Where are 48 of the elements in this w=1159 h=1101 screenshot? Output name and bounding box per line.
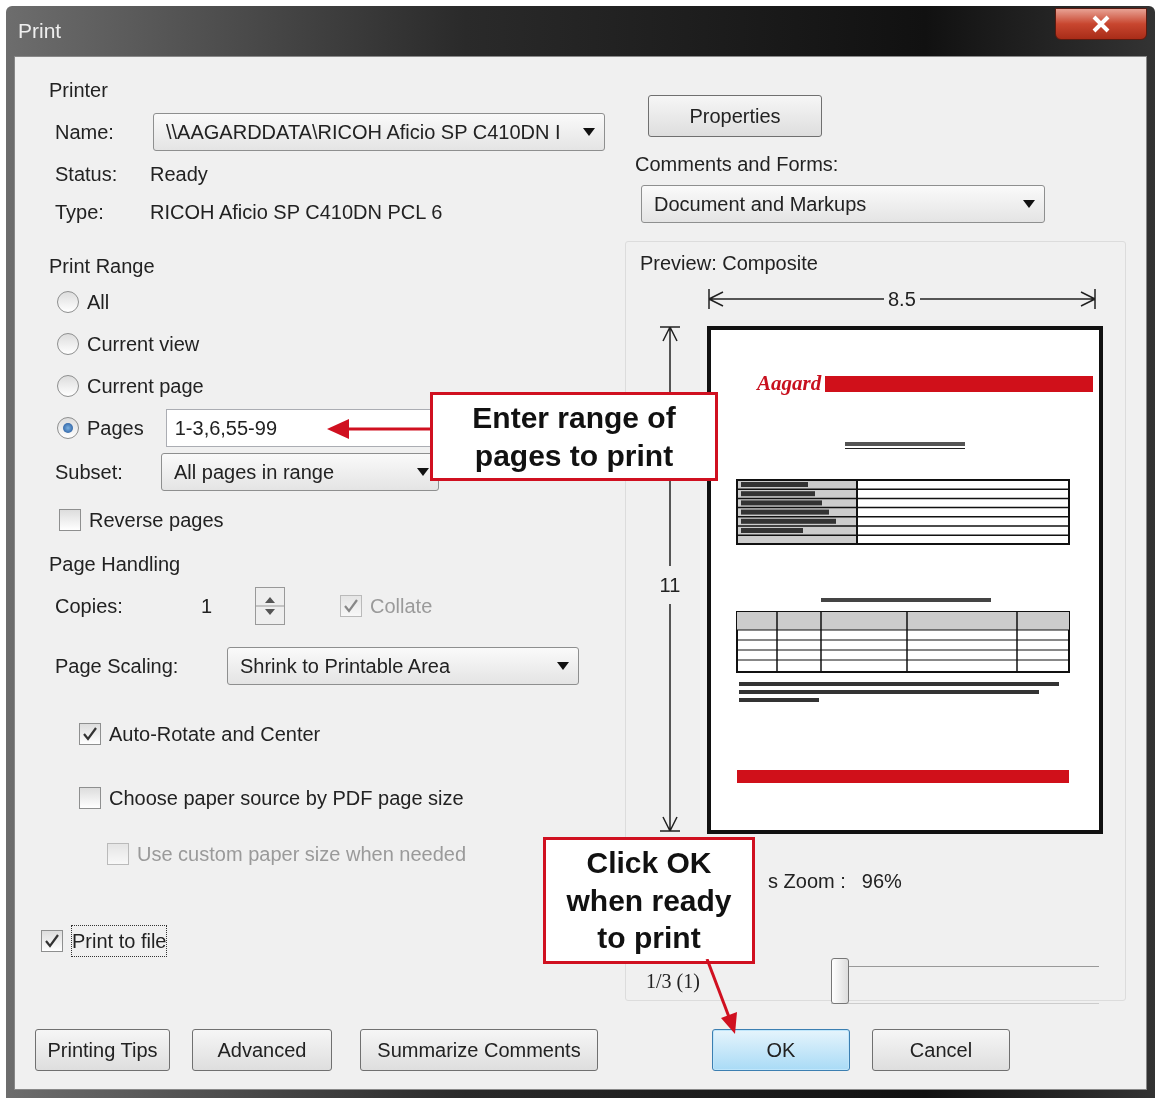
dimension-label: 11 [659, 573, 681, 598]
checkbox-label: Reverse pages [89, 508, 224, 533]
section-heading: Page Handling [49, 552, 182, 577]
scaling-dropdown[interactable]: Shrink to Printable Area [227, 647, 579, 685]
copies-input[interactable]: 1 [193, 587, 251, 625]
callout-box: Click OK when ready to print [543, 837, 755, 964]
field-label: Type: [55, 200, 105, 225]
field-label: Status: [55, 162, 119, 187]
pages-input[interactable]: 1-3,6,55-99 [165, 409, 432, 447]
window-title: Print [17, 18, 62, 45]
callout-box: Enter range of pages to print [430, 392, 718, 481]
field-label: Copies: [55, 594, 124, 619]
preview-heading: Preview: Composite [640, 251, 819, 276]
zoom-value: 96% [861, 869, 902, 894]
page-logo: Aagard [757, 370, 823, 397]
radio-label: Current view [87, 332, 200, 357]
radio-label: All [87, 290, 110, 315]
field-label: Page Scaling: [55, 654, 180, 679]
field-label: Subset: [55, 460, 124, 485]
dropdown-value: Document and Markups [654, 192, 867, 217]
field-label: Name: [55, 120, 115, 145]
checkbox-label: Collate [370, 594, 433, 619]
dropdown-value: \\AAGARDDATA\RICOH Aficio SP C410DN I [166, 120, 561, 145]
checkbox-label: Auto-Rotate and Center [109, 722, 321, 747]
dropdown-value: All pages in range [174, 460, 335, 485]
type-value: RICOH Aficio SP C410DN PCL 6 [150, 200, 443, 225]
printer-dropdown[interactable]: \\AAGARDDATA\RICOH Aficio SP C410DN I [153, 113, 605, 151]
section-heading: Print Range [49, 254, 156, 279]
subset-dropdown[interactable]: All pages in range [161, 453, 439, 491]
dialog-button[interactable]: Printing Tips [35, 1029, 170, 1071]
properties-button[interactable]: Properties [648, 95, 822, 137]
dialog-button[interactable]: Cancel [872, 1029, 1010, 1071]
checkbox-label: Choose paper source by PDF page size [109, 786, 464, 811]
status-value: Ready [150, 162, 208, 187]
dialog-button[interactable]: OK [712, 1029, 850, 1071]
field-label: Comments and Forms: [635, 152, 840, 177]
zoom-label: s Zoom : [768, 869, 846, 894]
page-counter: 1/3 (1) [646, 969, 701, 995]
dropdown-value: Shrink to Printable Area [240, 654, 451, 679]
dialog-button[interactable]: Advanced [192, 1029, 332, 1071]
checkbox-label: Print to file [71, 925, 168, 957]
section-heading: Printer [49, 78, 109, 103]
dialog-button[interactable]: Summarize Comments [360, 1029, 598, 1071]
comments-dropdown[interactable]: Document and Markups [641, 185, 1045, 223]
checkbox-label: Use custom paper size when needed [137, 842, 467, 867]
radio-label: Pages [87, 416, 144, 441]
radio-label: Current page [87, 374, 204, 399]
dimension-label: 8.5 [887, 287, 917, 312]
